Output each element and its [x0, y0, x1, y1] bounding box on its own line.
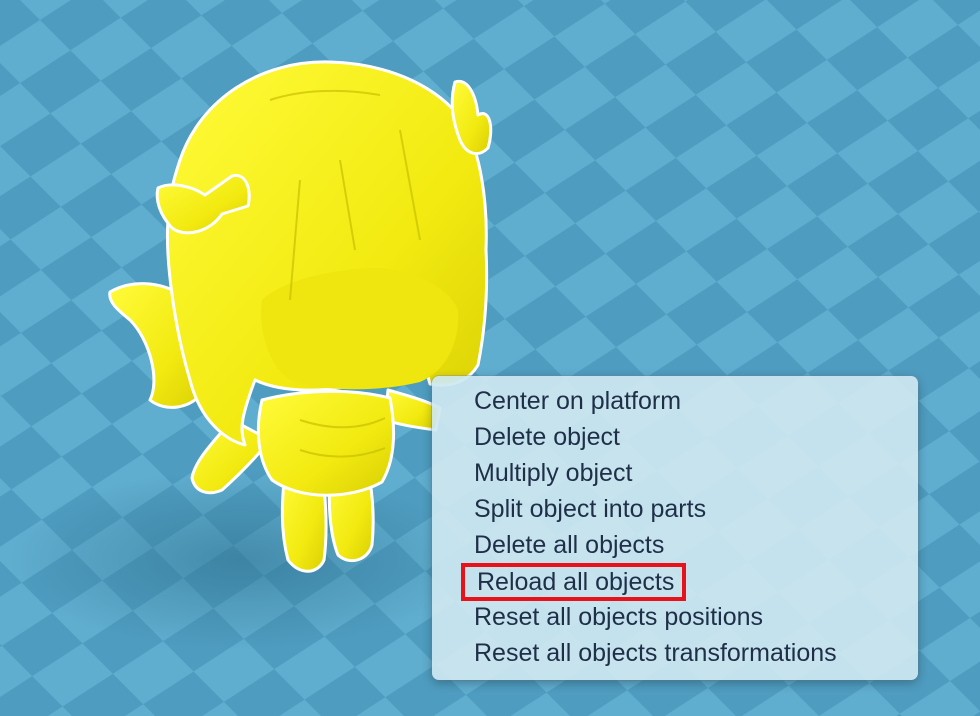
menu-item-reload-all-objects[interactable]: Reload all objects — [432, 563, 918, 601]
menu-item-multiply-object[interactable]: Multiply object — [432, 455, 918, 491]
menu-item-label: Multiply object — [474, 459, 633, 487]
object-shadow — [10, 470, 470, 650]
menu-item-label: Reset all objects positions — [474, 603, 764, 631]
menu-item-reset-all-objects-positions[interactable]: Reset all objects positions — [432, 599, 918, 635]
menu-item-split-object-into-parts[interactable]: Split object into parts — [432, 491, 918, 527]
context-menu: Center on platform Delete object Multipl… — [432, 376, 918, 680]
menu-item-label: Split object into parts — [474, 495, 707, 523]
menu-item-label: Delete object — [474, 423, 620, 451]
menu-item-delete-all-objects[interactable]: Delete all objects — [432, 527, 918, 563]
3d-viewport[interactable]: Center on platform Delete object Multipl… — [0, 0, 980, 716]
menu-item-label: Reset all objects transformations — [474, 639, 837, 667]
highlight-box: Reload all objects — [461, 563, 687, 601]
menu-item-label: Center on platform — [474, 387, 682, 415]
menu-item-label: Delete all objects — [474, 531, 665, 559]
menu-item-delete-object[interactable]: Delete object — [432, 419, 918, 455]
menu-item-center-on-platform[interactable]: Center on platform — [432, 383, 918, 419]
menu-item-reset-all-objects-transformations[interactable]: Reset all objects transformations — [432, 635, 918, 671]
